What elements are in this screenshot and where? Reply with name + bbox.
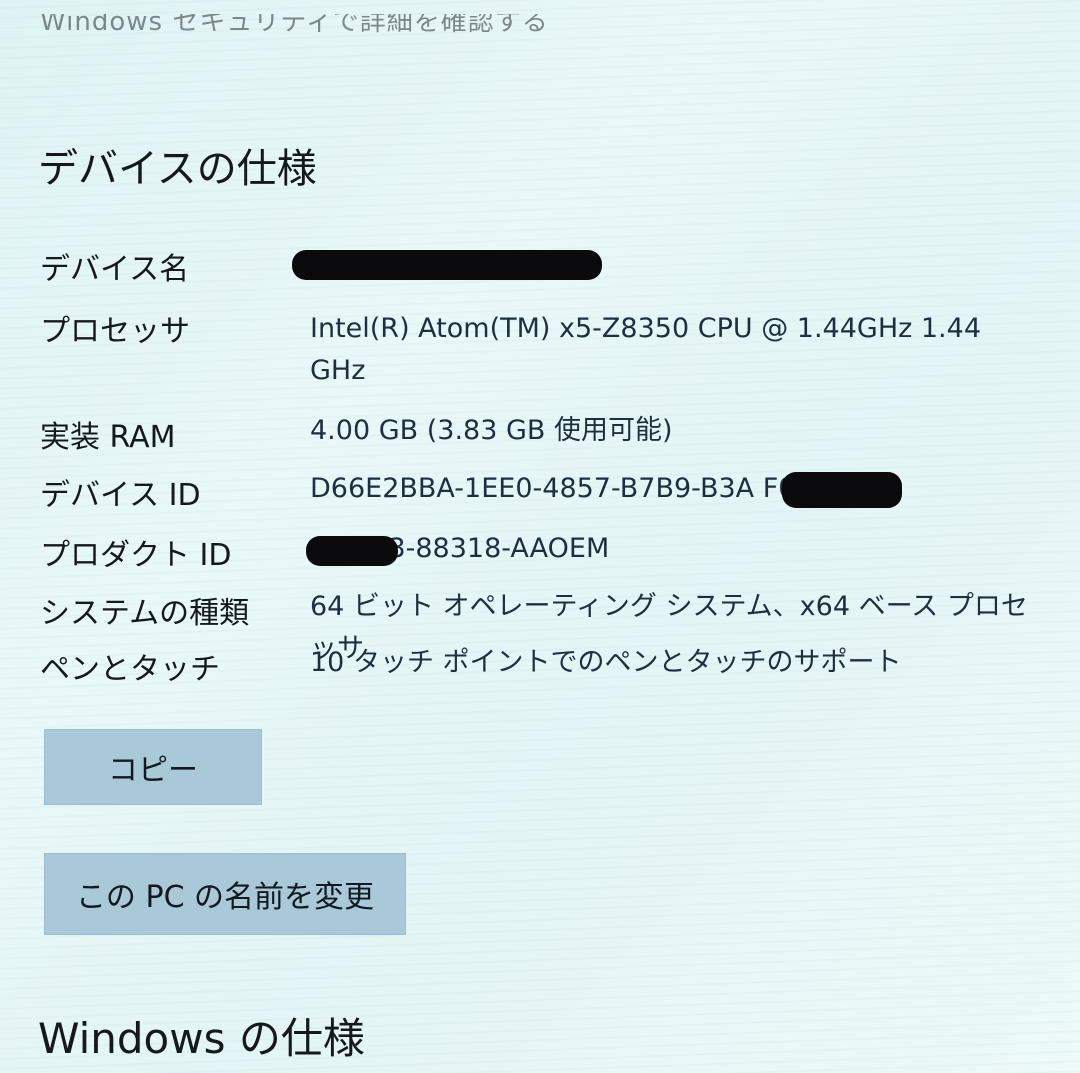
redaction-mark xyxy=(292,250,602,280)
cutoff-link-text[interactable]: Windows セキュリティで詳細を確認する xyxy=(40,14,549,36)
pen-touch-label: ペンとタッチ xyxy=(40,652,220,687)
product-id-value: -86383-88318-AAOEM xyxy=(310,533,610,564)
device-name-label: デバイス名 xyxy=(40,252,190,287)
processor-label: プロセッサ xyxy=(40,314,190,349)
processor-value: Intel(R) Atom(TM) x5-Z8350 CPU @ 1.44GHz… xyxy=(310,313,981,386)
redaction-mark xyxy=(306,536,398,566)
product-id-label: プロダクト ID xyxy=(40,538,232,573)
device-id-value: D66E2BBA-1EE0-4857-B7B9-B3A F060 xyxy=(310,473,830,504)
device-spec-title: デバイスの仕様 xyxy=(38,146,317,192)
windows-spec-title: Windows の仕様 xyxy=(38,1014,365,1063)
rename-pc-button[interactable]: この PC の名前を変更 xyxy=(44,853,406,935)
copy-button[interactable]: コピー xyxy=(44,729,262,805)
ram-value: 4.00 GB (3.83 GB 使用可能) xyxy=(310,415,673,446)
redaction-mark xyxy=(782,472,902,508)
ram-label: 実装 RAM xyxy=(40,420,176,455)
device-id-label: デバイス ID xyxy=(40,478,201,513)
system-type-label: システムの種類 xyxy=(40,596,250,631)
pen-touch-value: 10 タッチ ポイントでのペンとタッチのサポート xyxy=(310,647,902,678)
